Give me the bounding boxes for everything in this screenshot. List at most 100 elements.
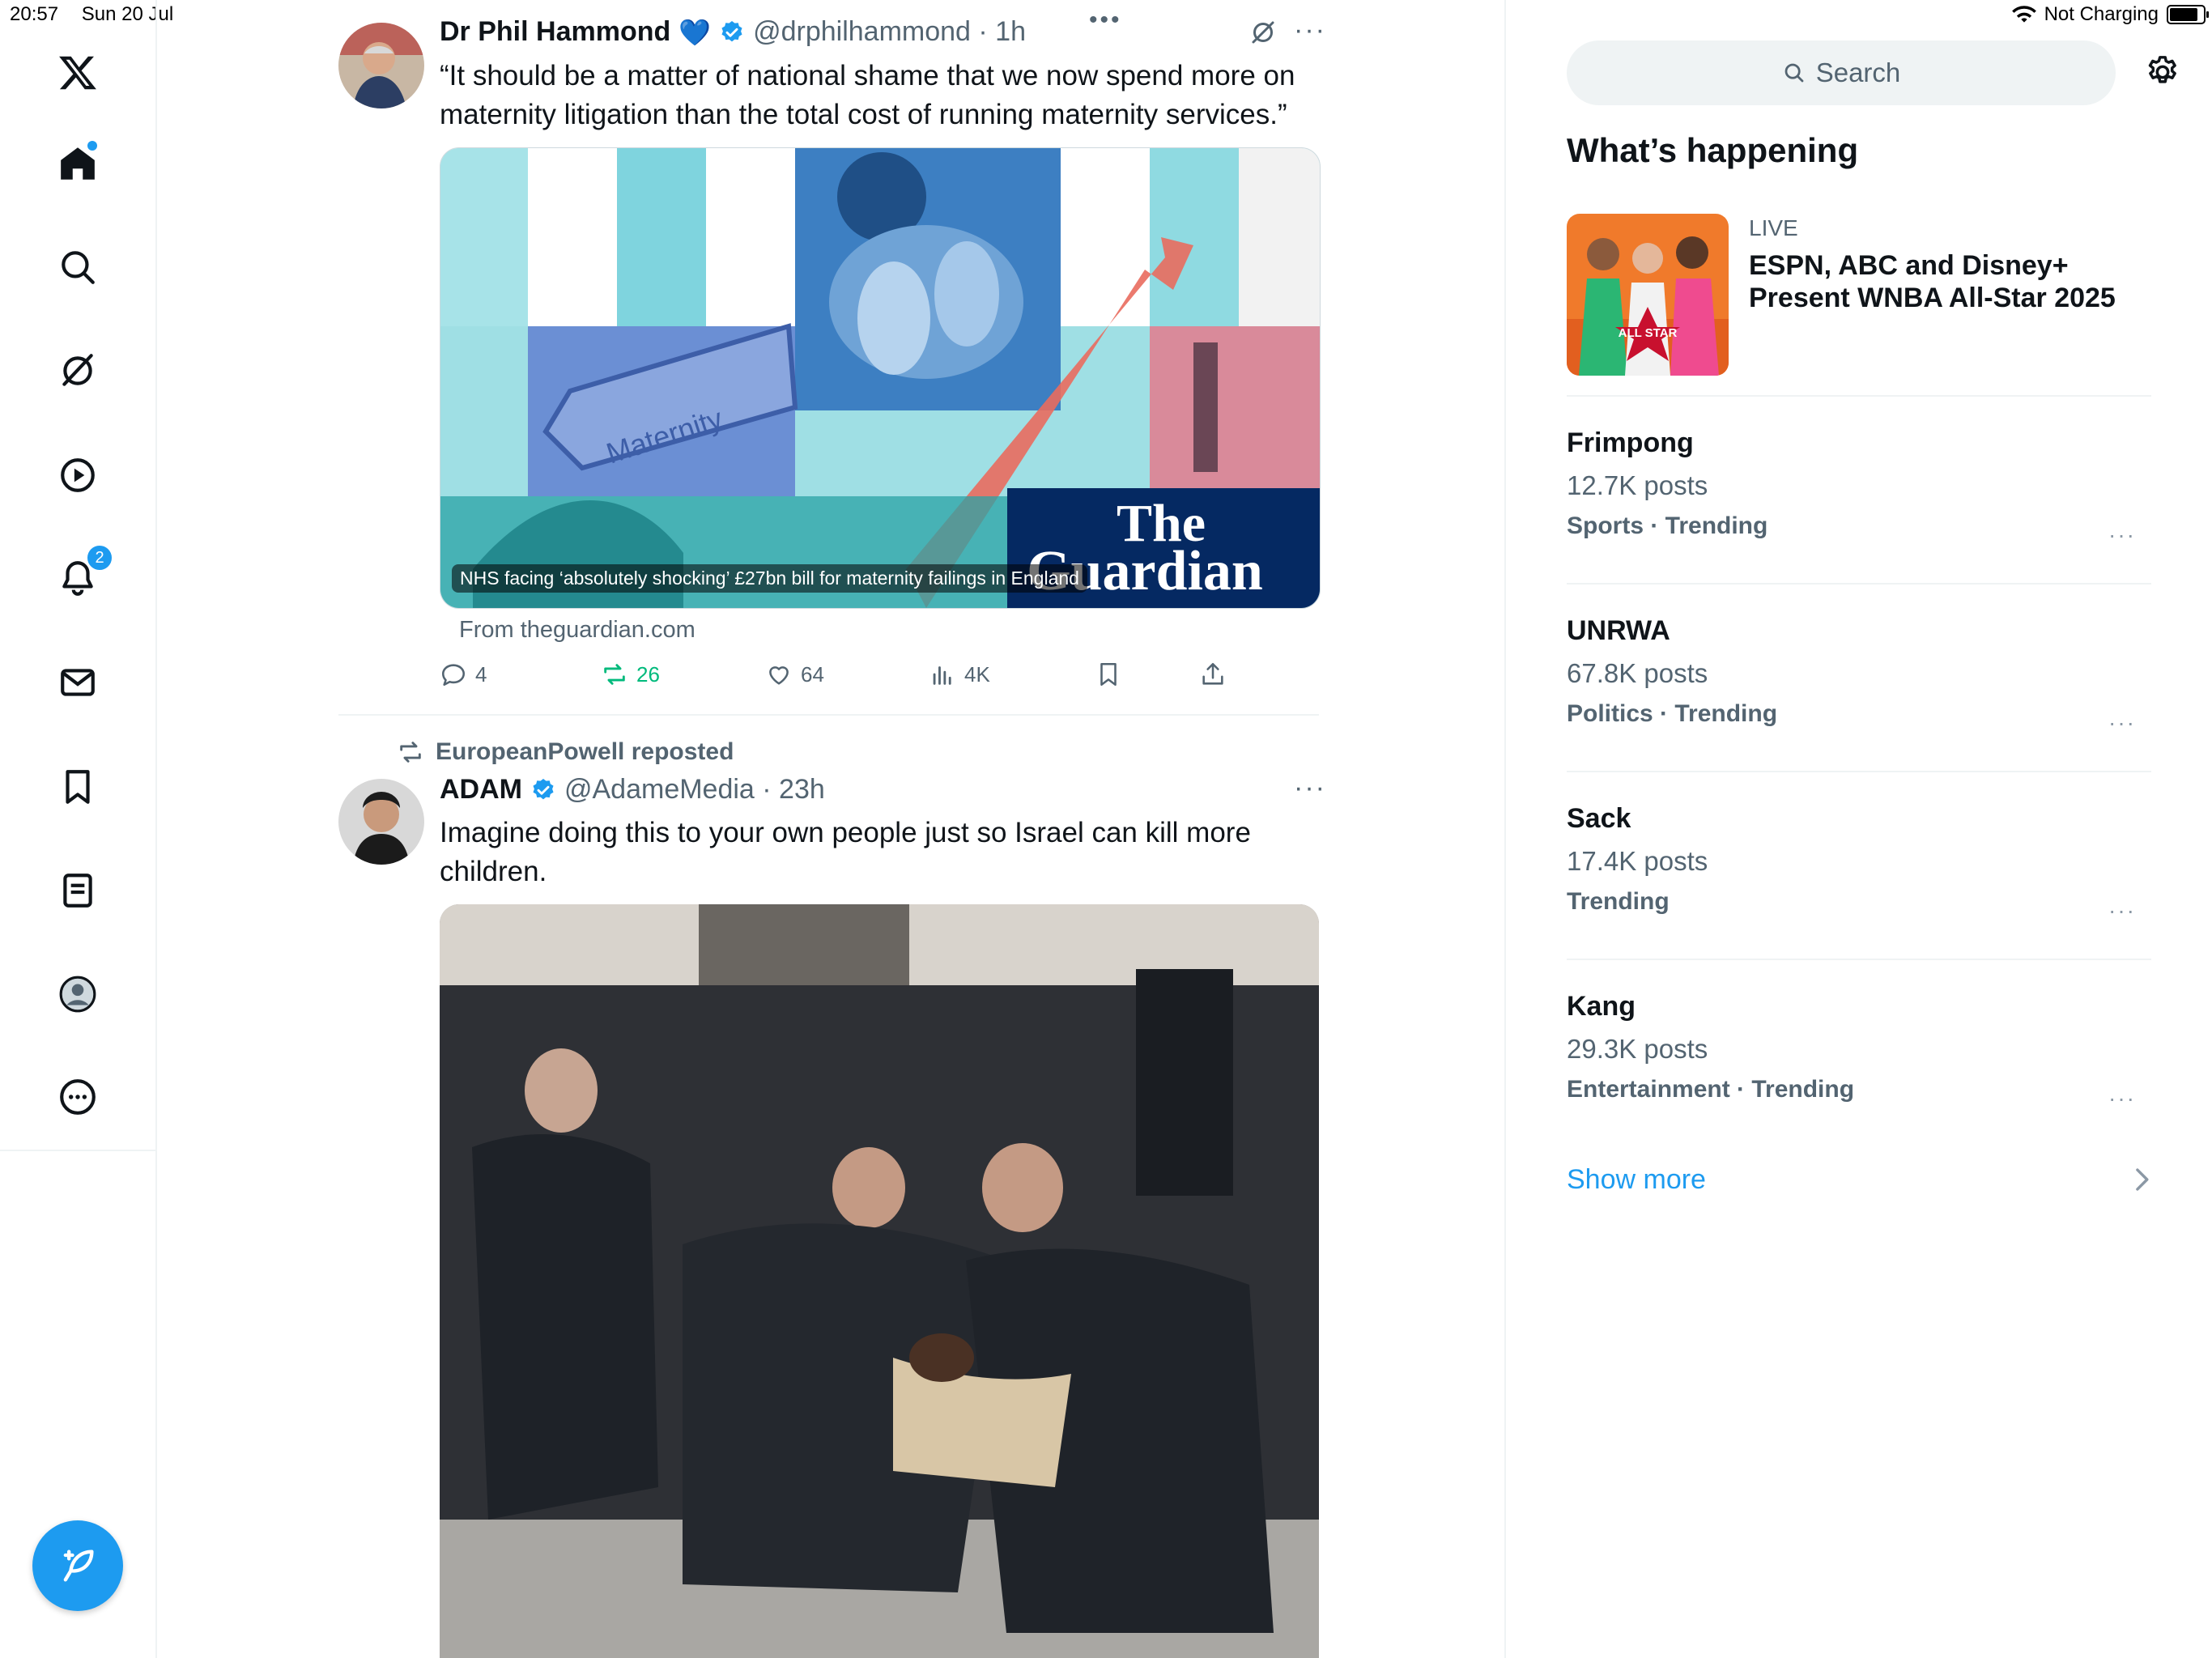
repost-icon (604, 664, 625, 685)
tweet-separator (338, 714, 1319, 716)
show-more-link[interactable]: Show more (1567, 1164, 1706, 1196)
live-event-title[interactable]: ESPN, ABC and Disney+ Present WNBA All-S… (1749, 249, 2116, 314)
wifi-icon (2011, 6, 2036, 23)
bookmark-button[interactable] (1095, 661, 1122, 688)
trend-more-icon[interactable]: ··· (2108, 522, 2136, 548)
police-arrest-image (440, 904, 1319, 1658)
trend-more-icon[interactable]: ··· (2108, 710, 2136, 736)
tweet1-author-name[interactable]: Dr Phil Hammond (440, 16, 670, 48)
settings-gear-icon[interactable] (2144, 53, 2181, 95)
trend-more-icon[interactable]: ··· (2108, 898, 2136, 924)
all-star-image-text: ALL STAR (1619, 326, 1678, 340)
live-title-line2: Present WNBA All-Star 2025 (1749, 283, 2116, 313)
tweet2-text: Imagine doing this to your own people ju… (440, 817, 1251, 887)
reply-count: 4 (475, 661, 487, 687)
bookmark-outline-icon (1100, 662, 1117, 687)
tweet1-text: “It should be a matter of national shame… (440, 60, 1295, 130)
home-icon[interactable] (49, 134, 107, 193)
bell-icon[interactable]: 2 (49, 544, 113, 607)
search-icon[interactable] (49, 238, 107, 296)
search-input[interactable]: Search (1567, 40, 2116, 105)
tweet1-link-card[interactable]: Maternity The Guardian NHS facing ‘absol… (440, 147, 1321, 609)
trend-posts: 17.4K posts (1567, 846, 1708, 876)
repost-button[interactable]: 26 (601, 661, 660, 688)
trend-separator (1567, 395, 2151, 397)
tweet2-more-icon[interactable]: ··· (1294, 772, 1326, 804)
like-count: 64 (801, 661, 824, 687)
trend-item[interactable]: Frimpong 12.7K posts Sports · Trending (1567, 427, 1767, 540)
nav-divider (0, 1150, 155, 1151)
status-bar-right: Not Charging (2011, 3, 2209, 26)
mail-icon[interactable] (49, 653, 107, 712)
search-placeholder: Search (1815, 57, 1901, 87)
trend-title: Kang (1567, 991, 1636, 1022)
trend-item[interactable]: UNRWA 67.8K posts Politics · Trending (1567, 615, 1777, 728)
compose-post-button[interactable] (32, 1520, 123, 1611)
tweet2-header: ADAM @AdameMedia · 23h (440, 774, 825, 806)
tweet1-header: Dr Phil Hammond 💙 @drphilhammond · 1h (440, 16, 1026, 48)
trend-posts: 12.7K posts (1567, 470, 1708, 500)
battery-icon (2167, 5, 2209, 24)
trend-separator (1567, 771, 2151, 772)
x-logo-icon[interactable] (49, 44, 107, 102)
trend-category: Entertainment · Trending (1567, 1076, 1855, 1103)
verified-badge-icon (721, 20, 742, 41)
profile-icon[interactable] (49, 965, 107, 1023)
trend-posts: 67.8K posts (1567, 658, 1708, 688)
repost-context[interactable]: EuropeanPowell reposted (397, 738, 734, 766)
trend-title: Frimpong (1567, 427, 1694, 458)
views-count: 4K (964, 661, 990, 687)
card-caption: NHS facing ‘absolutely shocking’ £27bn b… (452, 564, 1087, 593)
feed-right-border (1504, 0, 1506, 1658)
tweet1-more-icon[interactable]: ··· (1294, 15, 1326, 46)
views-icon (933, 666, 951, 685)
trend-posts: 29.3K posts (1567, 1034, 1708, 1064)
reposted-by-text: EuropeanPowell reposted (436, 738, 734, 765)
chevron-right-icon[interactable] (2133, 1166, 2150, 1197)
feather-plus-icon (63, 1550, 94, 1582)
like-button[interactable]: 64 (765, 661, 824, 688)
trend-item[interactable]: Sack 17.4K posts Trending (1567, 803, 1708, 916)
guardian-article-image: Maternity The Guardian (440, 148, 1320, 608)
avatar-drphilhammond[interactable] (338, 23, 424, 108)
more-icon[interactable] (49, 1068, 107, 1126)
tweet2-video[interactable] (440, 904, 1319, 1658)
views-button[interactable]: 4K (929, 661, 990, 688)
trend-category: Sports · Trending (1567, 512, 1768, 539)
trend-item[interactable]: Kang 29.3K posts Entertainment · Trendin… (1567, 991, 1854, 1103)
verified-badge-icon (533, 778, 554, 799)
trend-separator (1567, 583, 2151, 585)
notifications-badge: 2 (86, 544, 113, 572)
grok-explain-icon[interactable] (1249, 18, 1278, 51)
live-title-line1: ESPN, ABC and Disney+ (1749, 250, 2069, 281)
card-source[interactable]: From theguardian.com (459, 617, 696, 644)
repost-icon (400, 742, 421, 763)
reply-button[interactable]: 4 (440, 661, 487, 688)
blue-heart-emoji: 💙 (678, 17, 712, 47)
trend-more-icon[interactable]: ··· (2108, 1086, 2136, 1112)
battery-status-text: Not Charging (2044, 3, 2159, 25)
avatar-adamemedia[interactable] (338, 779, 424, 865)
whats-happening-heading: What’s happening (1567, 131, 1859, 169)
tweet1-handle-time: @drphilhammond · 1h (753, 16, 1026, 47)
tweet2-handle-time: @AdameMedia · 23h (564, 774, 825, 805)
repost-count: 26 (636, 661, 660, 687)
reply-icon (441, 664, 466, 687)
search-icon (1784, 63, 1804, 83)
share-button[interactable] (1199, 661, 1227, 688)
bookmark-icon[interactable] (49, 758, 107, 816)
live-label: LIVE (1749, 215, 1798, 240)
trend-category: Trending (1567, 888, 1670, 915)
trend-separator (1567, 959, 2151, 960)
live-event-thumbnail[interactable]: ALL STAR (1567, 214, 1729, 376)
video-icon[interactable] (49, 446, 107, 504)
heart-icon (769, 666, 789, 685)
share-icon (1202, 662, 1223, 685)
lists-icon[interactable] (49, 861, 107, 920)
trend-title: UNRWA (1567, 615, 1670, 646)
trend-title: Sack (1567, 803, 1631, 834)
tweet2-author-name[interactable]: ADAM (440, 774, 522, 806)
window-handle-icon[interactable]: ••• (1089, 6, 1122, 34)
grok-icon[interactable] (49, 342, 107, 400)
trend-category: Politics · Trending (1567, 700, 1778, 727)
